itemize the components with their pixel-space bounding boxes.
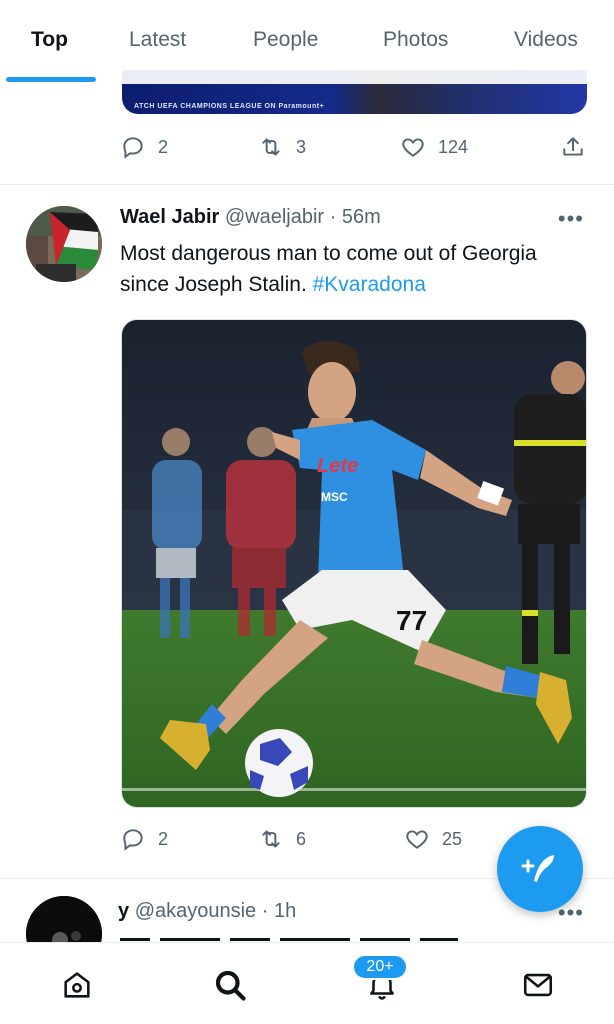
reply-count: 2 xyxy=(158,136,169,157)
tab-photos[interactable]: Photos xyxy=(383,28,448,52)
tweet-time[interactable]: 56m xyxy=(342,206,381,228)
like-count: 25 xyxy=(442,828,463,849)
reply-icon xyxy=(123,137,143,159)
meta-separator: · xyxy=(261,900,269,922)
reply-button[interactable]: 2 xyxy=(120,826,168,852)
tab-videos[interactable]: Videos xyxy=(514,28,578,52)
retweet-icon xyxy=(262,830,280,848)
tweet-divider xyxy=(0,184,614,185)
messages-icon xyxy=(523,973,553,997)
share-button[interactable] xyxy=(560,134,586,160)
avatar-image xyxy=(26,206,102,282)
tab-latest[interactable]: Latest xyxy=(129,28,186,52)
previous-tweet-actions: 2 3 124 xyxy=(0,134,614,170)
jersey-sponsor: Lete xyxy=(317,455,358,477)
like-button[interactable]: 25 xyxy=(404,826,462,852)
tweet-photo[interactable]: Lete MSC 77 xyxy=(121,319,587,808)
retweet-icon xyxy=(262,138,280,156)
meta-separator: · xyxy=(329,206,337,228)
hashtag-link[interactable]: #Kvaradona xyxy=(313,273,426,296)
heart-icon xyxy=(406,830,428,849)
retweet-count: 6 xyxy=(296,828,307,849)
heart-icon xyxy=(402,138,424,157)
author-name[interactable]: y xyxy=(118,900,129,922)
home-icon xyxy=(64,972,90,998)
author-handle[interactable]: @akayounsie xyxy=(135,900,256,922)
tab-top[interactable]: Top xyxy=(31,28,68,52)
compose-tweet-button[interactable] xyxy=(497,826,583,912)
tweet-header: Wael Jabir @waeljabir · 56m xyxy=(120,206,381,229)
retweet-button[interactable]: 6 xyxy=(258,826,306,852)
reply-icon xyxy=(123,829,143,851)
media-caption: ATCH UEFA CHAMPIONS LEAGUE ON Paramount+ xyxy=(134,103,325,110)
author-handle[interactable]: @waeljabir xyxy=(225,206,324,228)
search-tabs: Top Latest People Photos Videos xyxy=(0,0,614,84)
nav-home[interactable] xyxy=(57,965,97,1005)
avatar[interactable] xyxy=(26,206,102,282)
jersey-club: MSC xyxy=(321,490,348,504)
like-button[interactable]: 124 xyxy=(400,134,468,160)
notifications-badge: 20+ xyxy=(352,954,408,980)
like-count: 124 xyxy=(438,136,469,157)
tweet-header: y @akayounsie · 1h xyxy=(118,900,296,923)
tweet-time[interactable]: 1h xyxy=(274,900,296,922)
truncated-tweet-text xyxy=(120,930,590,942)
tweet-text: Most dangerous man to come out of Georgi… xyxy=(120,238,590,300)
football-photo: Lete MSC 77 xyxy=(122,320,586,807)
search-icon xyxy=(215,970,246,1001)
share-icon xyxy=(563,137,583,156)
author-name[interactable]: Wael Jabir xyxy=(120,206,219,228)
reply-count: 2 xyxy=(158,828,169,849)
more-options-icon[interactable]: ••• xyxy=(558,206,584,232)
nav-search[interactable] xyxy=(210,965,250,1005)
active-tab-indicator xyxy=(6,77,96,82)
tab-people[interactable]: People xyxy=(253,28,318,52)
bottom-navigation xyxy=(0,942,614,1024)
jersey-number: 77 xyxy=(396,605,427,636)
retweet-count: 3 xyxy=(296,136,307,157)
reply-button[interactable]: 2 xyxy=(120,134,168,160)
retweet-button[interactable]: 3 xyxy=(258,134,306,160)
nav-messages[interactable] xyxy=(518,965,558,1005)
compose-feather-icon xyxy=(521,855,554,882)
